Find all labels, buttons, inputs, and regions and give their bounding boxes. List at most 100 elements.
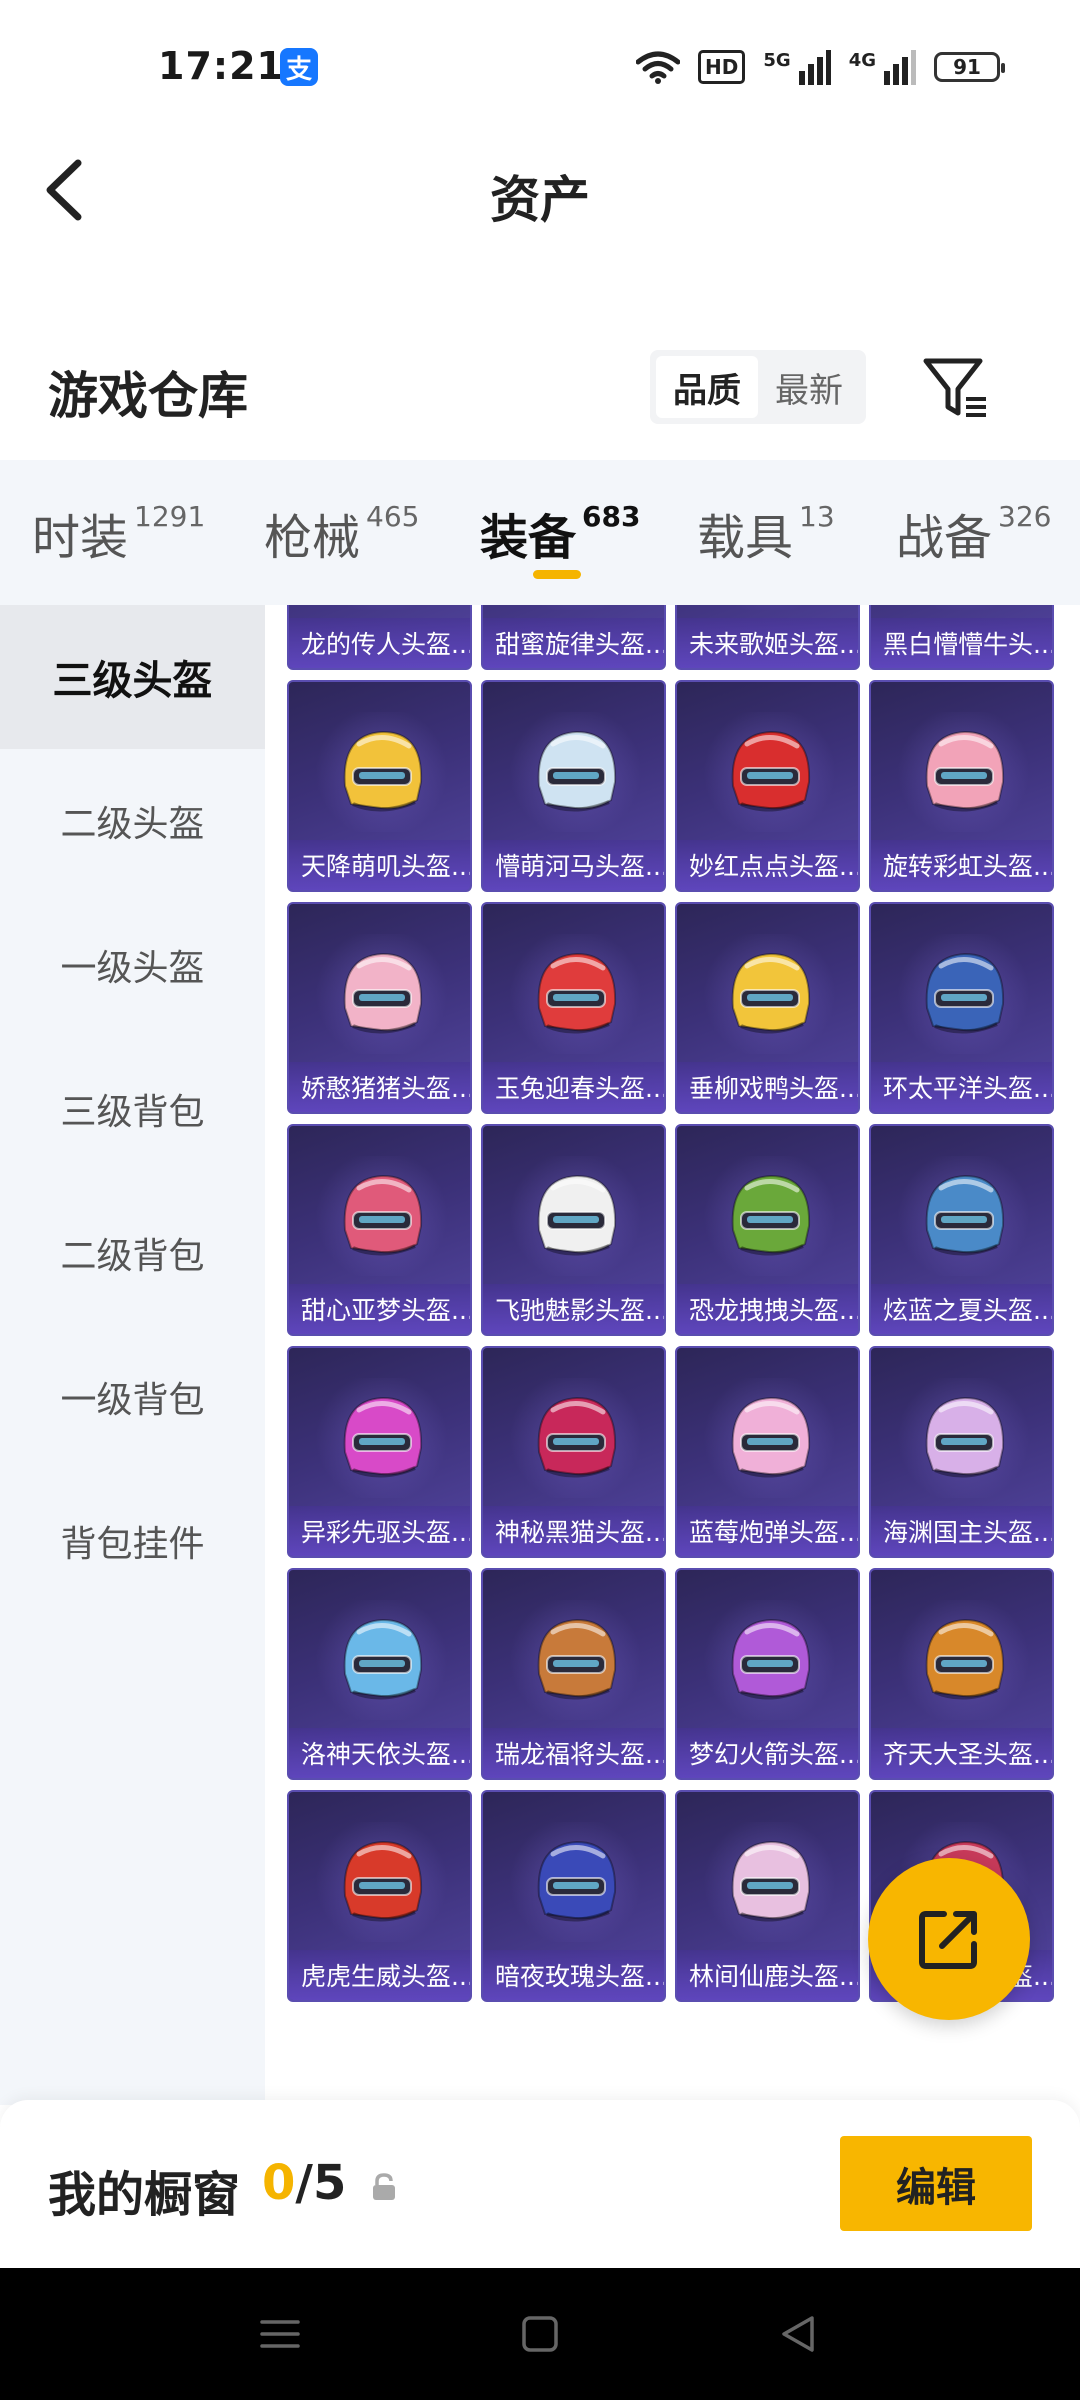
tab-fashion[interactable]: 时装 1291 bbox=[32, 498, 205, 568]
lock-icon bbox=[373, 2173, 395, 2200]
helmet-icon bbox=[343, 730, 423, 812]
item-label: 甜蜜旋律头盔... bbox=[483, 618, 664, 668]
tab-count: 13 bbox=[799, 500, 835, 533]
item-card[interactable]: 飞驰魅影头盔... bbox=[481, 1124, 666, 1336]
item-card[interactable]: 黑白懵懵牛头... bbox=[869, 605, 1054, 670]
item-card[interactable]: 妙红点点头盔... bbox=[675, 680, 860, 892]
item-label: 神秘黑猫头盔... bbox=[483, 1506, 664, 1556]
item-label: 恐龙拽拽头盔... bbox=[677, 1284, 858, 1334]
item-label: 虎虎生威头盔... bbox=[289, 1950, 470, 2000]
item-card[interactable]: 虎虎生威头盔... bbox=[287, 1790, 472, 2002]
item-card[interactable]: 懵萌河马头盔... bbox=[481, 680, 666, 892]
alipay-icon: 支 bbox=[280, 48, 318, 86]
item-card[interactable]: 环太平洋头盔... bbox=[869, 902, 1054, 1114]
tab-label: 时装 bbox=[32, 510, 129, 566]
item-card[interactable]: 娇憨猪猪头盔... bbox=[287, 902, 472, 1114]
item-card[interactable]: 甜心亚梦头盔... bbox=[287, 1124, 472, 1336]
item-card[interactable]: 暗夜玫瑰头盔... bbox=[481, 1790, 666, 2002]
helmet-icon bbox=[925, 1396, 1005, 1478]
item-card[interactable]: 恐龙拽拽头盔... bbox=[675, 1124, 860, 1336]
item-card[interactable]: 梦幻火箭头盔... bbox=[675, 1568, 860, 1780]
external-share-icon bbox=[919, 1911, 977, 1969]
showcase-used-count: 0 bbox=[262, 2155, 296, 2211]
battery-icon: 91 bbox=[934, 52, 1005, 82]
menu-nav-button[interactable] bbox=[258, 2312, 302, 2356]
helmet-icon bbox=[731, 1174, 811, 1256]
helmet-icon bbox=[343, 1396, 423, 1478]
sort-option-quality[interactable]: 品质 bbox=[656, 356, 758, 418]
sidebar-item-level1-backpack[interactable]: 一级背包 bbox=[0, 1325, 265, 1469]
item-card[interactable]: 海渊国主头盔... bbox=[869, 1346, 1054, 1558]
tab-vehicles[interactable]: 载具 13 bbox=[697, 498, 835, 568]
showcase-count: 0/5 bbox=[262, 2155, 346, 2211]
tab-label: 枪械 bbox=[264, 510, 361, 566]
item-card[interactable]: 林间仙鹿头盔... bbox=[675, 1790, 860, 2002]
filter-icon bbox=[923, 358, 986, 417]
category-tabs: 时装 1291 枪械 465 装备 683 载具 13 战备 326 bbox=[0, 460, 1080, 605]
active-tab-indicator bbox=[533, 570, 581, 579]
helmet-icon bbox=[731, 1396, 811, 1478]
sidebar-item-level2-backpack[interactable]: 二级背包 bbox=[0, 1181, 265, 1325]
sidebar-item-level3-helmet[interactable]: 三级头盔 bbox=[0, 605, 265, 749]
item-card[interactable]: 垂柳戏鸭头盔... bbox=[675, 902, 860, 1114]
item-label: 甜心亚梦头盔... bbox=[289, 1284, 470, 1334]
signal-4g-icon bbox=[882, 49, 916, 85]
share-fab[interactable] bbox=[868, 1858, 1030, 2020]
home-nav-button[interactable] bbox=[518, 2312, 562, 2356]
network-5g-label: 5G bbox=[763, 49, 791, 71]
item-card[interactable]: 蓝莓炮弹头盔... bbox=[675, 1346, 860, 1558]
sidebar-item-level1-helmet[interactable]: 一级头盔 bbox=[0, 893, 265, 1037]
item-card[interactable]: 旋转彩虹头盔... bbox=[869, 680, 1054, 892]
helmet-icon bbox=[537, 952, 617, 1034]
filter-button[interactable] bbox=[920, 355, 992, 421]
item-card[interactable]: 神秘黑猫头盔... bbox=[481, 1346, 666, 1558]
helmet-icon bbox=[343, 1618, 423, 1700]
back-nav-button[interactable] bbox=[776, 2312, 820, 2356]
item-card[interactable]: 玉兔迎春头盔... bbox=[481, 902, 666, 1114]
sort-option-newest[interactable]: 最新 bbox=[758, 356, 860, 418]
signal-5g-icon bbox=[797, 49, 831, 85]
item-card[interactable]: 齐天大圣头盔... bbox=[869, 1568, 1054, 1780]
item-card[interactable]: 瑞龙福将头盔... bbox=[481, 1568, 666, 1780]
item-label: 瑞龙福将头盔... bbox=[483, 1728, 664, 1778]
item-card[interactable]: 异彩先驱头盔... bbox=[287, 1346, 472, 1558]
hd-badge: HD bbox=[698, 50, 746, 84]
item-label: 暗夜玫瑰头盔... bbox=[483, 1950, 664, 2000]
item-label: 娇憨猪猪头盔... bbox=[289, 1062, 470, 1112]
item-label: 懵萌河马头盔... bbox=[483, 840, 664, 890]
tab-firearms[interactable]: 枪械 465 bbox=[264, 498, 419, 568]
sidebar-item-level2-helmet[interactable]: 二级头盔 bbox=[0, 749, 265, 893]
sidebar-item-backpack-charm[interactable]: 背包挂件 bbox=[0, 1469, 265, 1613]
helmet-icon bbox=[925, 730, 1005, 812]
showcase-title: 我的橱窗 bbox=[48, 2167, 241, 2223]
item-card[interactable]: 未来歌姬头盔... bbox=[675, 605, 860, 670]
helmet-icon bbox=[925, 1174, 1005, 1256]
tab-equipment[interactable]: 装备 683 bbox=[480, 498, 640, 568]
helmet-icon bbox=[537, 1396, 617, 1478]
item-label: 齐天大圣头盔... bbox=[871, 1728, 1052, 1778]
tab-war-prep[interactable]: 战备 326 bbox=[896, 498, 1051, 568]
system-nav-bar bbox=[0, 2268, 1080, 2400]
item-card[interactable]: 甜蜜旋律头盔... bbox=[481, 605, 666, 670]
network-4g-label: 4G bbox=[848, 49, 876, 71]
helmet-icon bbox=[537, 1840, 617, 1922]
item-card[interactable]: 炫蓝之夏头盔... bbox=[869, 1124, 1054, 1336]
item-card[interactable]: 龙的传人头盔... bbox=[287, 605, 472, 670]
tab-count: 465 bbox=[366, 500, 420, 533]
status-icons: HD 5G 4G 91 bbox=[636, 46, 1005, 88]
helmet-icon bbox=[925, 1618, 1005, 1700]
tab-count: 683 bbox=[582, 500, 641, 533]
item-label: 玉兔迎春头盔... bbox=[483, 1062, 664, 1112]
item-label: 飞驰魅影头盔... bbox=[483, 1284, 664, 1334]
tab-count: 326 bbox=[998, 500, 1052, 533]
item-label: 天降萌叽头盔... bbox=[289, 840, 470, 890]
item-card[interactable]: 洛神天依头盔... bbox=[287, 1568, 472, 1780]
edit-button[interactable]: 编辑 bbox=[840, 2136, 1032, 2231]
helmet-icon bbox=[731, 952, 811, 1034]
item-card[interactable]: 天降萌叽头盔... bbox=[287, 680, 472, 892]
status-time: 17:21 bbox=[158, 44, 284, 88]
sidebar-item-level3-backpack[interactable]: 三级背包 bbox=[0, 1037, 265, 1181]
item-label: 垂柳戏鸭头盔... bbox=[677, 1062, 858, 1112]
tab-label: 载具 bbox=[697, 510, 794, 566]
item-label: 异彩先驱头盔... bbox=[289, 1506, 470, 1556]
